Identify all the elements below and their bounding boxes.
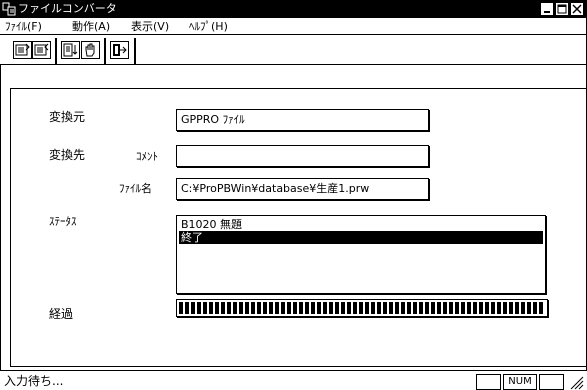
maximize-button[interactable]	[555, 2, 569, 16]
window-border	[0, 65, 1, 370]
maximize-icon	[557, 4, 567, 14]
comment-label: ｺﾒﾝﾄ	[136, 150, 158, 163]
menu-help[interactable]: ﾍﾙﾌﾟ(H)	[189, 20, 228, 34]
open-file-icon	[15, 43, 30, 56]
status-list[interactable]: B1020 無題 終了	[176, 215, 546, 294]
minimize-button[interactable]	[540, 2, 554, 16]
source-label: 変換元	[49, 110, 86, 124]
status-line[interactable]: B1020 無題	[179, 218, 543, 231]
status-panel	[539, 374, 564, 390]
progress-fill	[179, 302, 545, 314]
resize-grip-icon[interactable]	[568, 375, 584, 390]
menu-view[interactable]: 表示(V)	[131, 20, 169, 34]
app-icon	[2, 2, 16, 16]
hand-icon	[85, 43, 95, 57]
progress-bar	[176, 299, 548, 317]
status-bar: 入力待ち... NUM	[0, 370, 587, 390]
status-panel	[476, 374, 501, 390]
window-title: ファイルコンバータ	[18, 2, 117, 15]
save-file-button[interactable]	[32, 41, 51, 59]
exit-icon	[113, 44, 127, 56]
filename-label: ﾌｧｲﾙ名	[119, 182, 152, 195]
panel-border	[10, 366, 586, 367]
exit-button[interactable]	[110, 41, 129, 59]
save-file-icon	[34, 43, 49, 56]
panel-border	[10, 88, 11, 367]
status-text: 入力待ち...	[4, 374, 64, 388]
convert-icon	[63, 43, 78, 57]
destination-label: 変換先	[49, 148, 86, 162]
minimize-icon	[544, 11, 550, 13]
title-bar: ファイルコンバータ	[0, 0, 587, 18]
toolbar-separator	[55, 38, 57, 64]
menu-bar: ﾌｧｲﾙ(F) 動作(A) 表示(V) ﾍﾙﾌﾟ(H)	[0, 18, 587, 35]
convert-button[interactable]	[61, 41, 80, 59]
open-file-button[interactable]	[13, 41, 32, 59]
source-field[interactable]: GPPRO ﾌｧｲﾙ	[176, 109, 429, 131]
close-icon	[572, 4, 582, 14]
status-line-selected[interactable]: 終了	[179, 231, 543, 244]
filename-field[interactable]: C:¥ProPBWin¥database¥生産1.prw	[176, 178, 429, 200]
menu-action[interactable]: 動作(A)	[72, 20, 110, 34]
comment-field[interactable]	[176, 145, 429, 167]
close-button[interactable]	[570, 2, 584, 16]
toolbar	[0, 35, 587, 65]
toolbar-separator	[134, 38, 136, 64]
panel-border	[10, 88, 586, 89]
status-label: ｽﾃｰﾀｽ	[49, 215, 77, 228]
hand-button[interactable]	[81, 41, 100, 59]
menu-file[interactable]: ﾌｧｲﾙ(F)	[5, 20, 42, 34]
toolbar-separator	[104, 38, 106, 64]
num-indicator: NUM	[503, 374, 537, 390]
progress-label: 経過	[49, 307, 74, 321]
